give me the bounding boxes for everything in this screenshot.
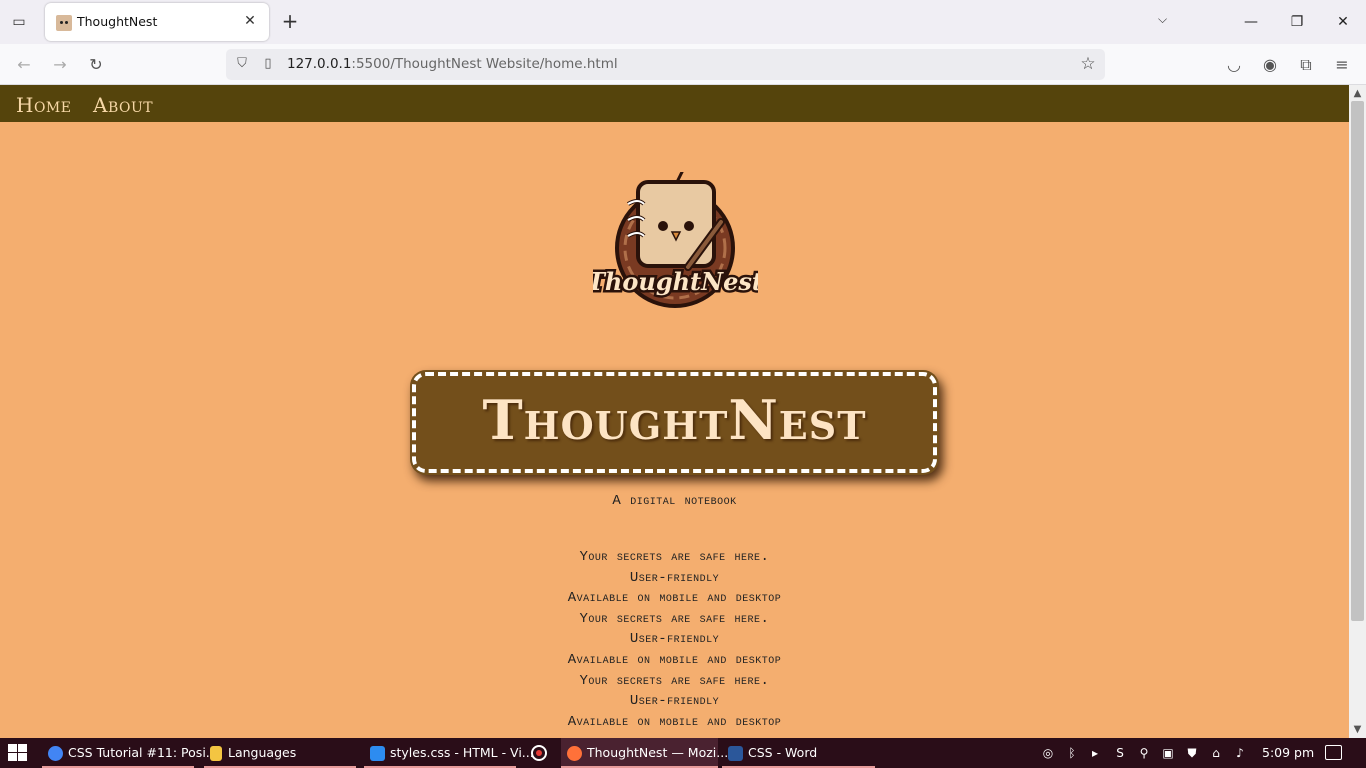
page-icon[interactable]: ▯	[260, 56, 276, 72]
nav-link-about[interactable]: About	[93, 93, 153, 117]
feature-item: Available on mobile and desktop	[567, 651, 782, 668]
nav-link-home[interactable]: Home	[16, 93, 71, 117]
close-tab-icon[interactable]: ✕	[241, 12, 259, 30]
title-box: ThoughtNest	[410, 370, 939, 475]
folder-icon	[210, 746, 222, 761]
close-window-icon[interactable]: ✕	[1331, 10, 1355, 34]
feature-item: User-friendly	[629, 569, 720, 586]
windows-start-icon[interactable]	[8, 744, 28, 762]
notifications-icon[interactable]	[1325, 745, 1342, 760]
address-bar[interactable]: ⛉ ▯ 127.0.0.1:5500/ThoughtNest Website/h…	[226, 49, 1105, 80]
back-arrow-icon[interactable]: ←	[12, 53, 36, 77]
taskbar-item-word[interactable]: CSS - Word	[722, 738, 875, 768]
screen-recorder-icon[interactable]	[531, 745, 547, 761]
firefox-icon	[567, 746, 582, 761]
url-text[interactable]: 127.0.0.1:5500/ThoughtNest Website/home.…	[287, 56, 618, 72]
volume-icon[interactable]: ♪	[1232, 745, 1248, 761]
feature-item: User-friendly	[629, 631, 720, 648]
page-scrollbar[interactable]: ▲ ▼	[1349, 85, 1366, 738]
tab-title: ThoughtNest	[77, 14, 158, 29]
vscode-icon	[370, 746, 385, 761]
thoughtnest-favicon-icon	[56, 15, 72, 31]
tab-list-icon[interactable]: ▭	[9, 12, 29, 32]
browser-toolbar: ← → ↻ ⛉ ▯ 127.0.0.1:5500/ThoughtNest Web…	[0, 44, 1366, 85]
defender-icon[interactable]: ⛊	[1184, 745, 1200, 761]
features-list: Your secrets are safe here. User-friendl…	[0, 547, 1349, 732]
chrome-icon	[48, 746, 63, 761]
browser-tab-strip: ▭ ThoughtNest ✕ + ⌵ — ❐ ✕	[0, 0, 1366, 44]
shield-icon[interactable]: ⛉	[234, 56, 250, 72]
network-icon[interactable]: ⌂	[1208, 745, 1224, 761]
taskbar-item-chrome[interactable]: CSS Tutorial #11: Posi...	[42, 738, 218, 768]
feature-item: Available on mobile and desktop	[567, 590, 782, 607]
feature-item: Available on mobile and desktop	[567, 713, 782, 730]
taskbar-item-label: CSS - Word	[748, 745, 818, 760]
scroll-down-arrow-icon[interactable]: ▼	[1349, 721, 1366, 738]
taskbar-item-firefox[interactable]: ThoughtNest — Mozi...	[561, 738, 728, 768]
menu-hamburger-icon[interactable]: ≡	[1330, 53, 1354, 77]
url-host: 127.0.0.1	[287, 56, 352, 72]
tagline: A digital notebook	[612, 493, 737, 509]
steam-icon[interactable]: ◎	[1040, 745, 1056, 761]
feature-item: Your secrets are safe here.	[579, 672, 770, 689]
bookmark-star-icon[interactable]: ☆	[1078, 54, 1098, 74]
restore-icon[interactable]: ❐	[1285, 10, 1309, 34]
bluetooth-icon[interactable]: ᛒ	[1064, 745, 1080, 761]
taskbar-item-label: Languages	[228, 745, 297, 760]
word-icon	[728, 746, 743, 761]
site-title: ThoughtNest	[482, 388, 867, 452]
forward-arrow-icon[interactable]: →	[48, 53, 72, 77]
feature-item: Your secrets are safe here.	[579, 549, 770, 565]
taskbar-item-explorer[interactable]: Languages	[204, 738, 356, 768]
taskbar-clock[interactable]: 5:09 pm	[1262, 738, 1314, 768]
browser-tab-active[interactable]: ThoughtNest ✕	[45, 3, 269, 41]
cursor-icon[interactable]: ▸	[1087, 745, 1103, 761]
account-icon[interactable]: ◉	[1258, 53, 1282, 77]
extensions-icon[interactable]: ⧉	[1294, 53, 1318, 77]
site-nav-bar: Home About	[0, 85, 1349, 122]
windows-taskbar: CSS Tutorial #11: Posi... Languages styl…	[0, 738, 1366, 768]
scroll-thumb[interactable]	[1351, 101, 1364, 621]
chevron-down-icon[interactable]: ⌵	[1158, 12, 1167, 27]
svg-text:ThoughtNest: ThoughtNest	[593, 267, 758, 296]
thoughtnest-logo: ThoughtNest	[593, 172, 758, 308]
url-path: :5500/ThoughtNest Website/home.html	[351, 56, 618, 72]
taskbar-item-label: ThoughtNest — Mozi...	[587, 745, 729, 760]
minimize-icon[interactable]: —	[1239, 10, 1263, 34]
bike-icon[interactable]: ⚲	[1136, 745, 1152, 761]
camera-icon[interactable]: ▣	[1160, 745, 1176, 761]
skype-icon[interactable]: S	[1112, 745, 1128, 761]
feature-item: User-friendly	[629, 693, 720, 710]
taskbar-item-vscode[interactable]: styles.css - HTML - Vi...	[364, 738, 534, 768]
scroll-up-arrow-icon[interactable]: ▲	[1349, 85, 1366, 102]
taskbar-item-label: styles.css - HTML - Vi...	[390, 745, 534, 760]
feature-item: Your secrets are safe here.	[579, 610, 770, 627]
new-tab-plus-icon[interactable]: +	[280, 11, 300, 31]
pocket-icon[interactable]: ◡	[1222, 53, 1246, 77]
reload-icon[interactable]: ↻	[84, 53, 108, 77]
page-viewport: Home About ThoughtNest ThoughtNest A dig…	[0, 85, 1349, 738]
taskbar-item-label: CSS Tutorial #11: Posi...	[68, 745, 218, 760]
